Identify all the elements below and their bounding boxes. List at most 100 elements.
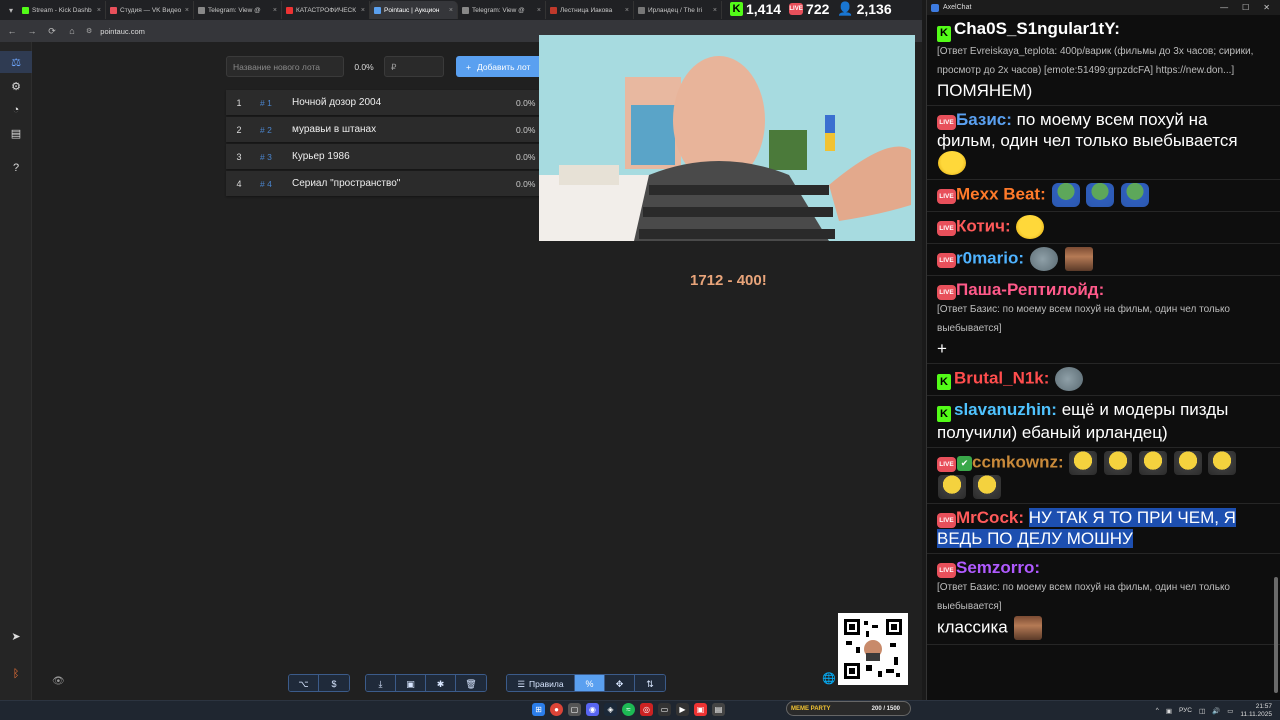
tab-close-icon[interactable]: × [537, 7, 541, 14]
clock-date: 11.11.2025 [1240, 710, 1272, 718]
chat-reply-quote: [Ответ Базис: по моему всем похуй на фил… [937, 303, 1230, 334]
history-icon[interactable]: ▤ [0, 122, 32, 144]
forward-icon[interactable]: → [26, 26, 38, 36]
lot-price-input[interactable] [384, 56, 444, 77]
clock[interactable]: 21:57 11.11.2025 [1240, 703, 1272, 718]
wheel-icon[interactable]: ◔ [0, 99, 32, 121]
chat-scrollbar[interactable] [1274, 577, 1278, 693]
maximize-icon[interactable]: ☐ [1242, 3, 1249, 12]
settings-icon[interactable]: ⚙ [0, 75, 32, 97]
volume-icon[interactable]: 🔊 [1212, 707, 1220, 715]
app2-icon[interactable]: ▤ [712, 703, 725, 716]
steam-icon[interactable]: ◈ [604, 703, 617, 716]
chat-username[interactable]: MrCock: [956, 508, 1024, 527]
windows-start-icon[interactable]: ⊞ [532, 703, 545, 716]
chat-username[interactable]: Котич: [956, 216, 1011, 235]
pointauc-app: ⚖ ⚙ ◔ ▤ ? ➤ ᛒ 0.0% + Добавить лот 1 # 1 Ноч… [0, 35, 922, 700]
file-explorer-icon[interactable]: ▢ [568, 703, 581, 716]
lot-row[interactable]: 3 # 3 Курьер 1986 0.0% [226, 144, 546, 169]
bug-icon[interactable]: ✱ [426, 675, 456, 691]
browser-tab[interactable]: Stream - Kick Dashb × [18, 1, 106, 19]
tab-search-icon[interactable]: ▾ [4, 3, 18, 17]
tab-close-icon[interactable]: × [713, 7, 717, 14]
obs-icon[interactable]: ◎ [640, 703, 653, 716]
lot-index: 3 [236, 151, 242, 162]
viewer-stats: K 1,414 LIVE 722 👤 2,136 [730, 0, 892, 18]
chat-username[interactable]: slavanuzhin: [954, 400, 1057, 419]
browser-tab[interactable]: Ирландец / The Iri × [634, 1, 722, 19]
chat-username[interactable]: Базис: [956, 110, 1012, 129]
new-lot-form: 0.0% + Добавить лот [226, 56, 546, 77]
meme-party-counter: 200 / 1500 [871, 705, 900, 712]
auction-icon[interactable]: ⚖ [0, 51, 32, 73]
video-app-icon[interactable]: ▣ [694, 703, 707, 716]
kick-logo-icon: K [730, 2, 743, 16]
tab-close-icon[interactable]: × [449, 7, 453, 14]
browser-tab[interactable]: Лестница Иакова × [546, 1, 634, 19]
media-player-icon[interactable]: ▶ [676, 703, 689, 716]
url-text[interactable]: pointauc.com [100, 27, 145, 36]
chat-username[interactable]: Mexx Beat: [956, 184, 1046, 203]
chat-username[interactable]: Brutal_N1k: [954, 368, 1049, 387]
chat-message: LIVE Базис: по моему всем похуй на фильм,… [927, 106, 1280, 180]
browser-tab[interactable]: Студия — VK Видео × [106, 1, 194, 19]
lot-percent: 0.0% [354, 61, 374, 72]
lot-row[interactable]: 2 # 2 муравьи в штанах 0.0% [226, 117, 546, 142]
chat-message: LIVE Паша-Рептилойд: [Ответ Базис: по моем… [927, 276, 1280, 364]
percent-toggle[interactable]: % [575, 675, 605, 691]
vk-live-platform-icon: LIVE [937, 513, 956, 528]
donate-icon[interactable]: $ [319, 675, 349, 691]
battery-icon[interactable]: ▭ [1227, 707, 1233, 715]
app-icon[interactable]: ▭ [658, 703, 671, 716]
site-info-icon[interactable]: ⚙ [86, 27, 92, 35]
plus-icon: + [466, 61, 471, 72]
move-icon[interactable]: ✥ [605, 675, 635, 691]
spotify-icon[interactable]: ≈ [622, 703, 635, 716]
help-icon[interactable]: ? [0, 157, 32, 179]
browser-tab[interactable]: Telegram: View @ × [458, 1, 546, 19]
lot-row[interactable]: 1 # 1 Ночной дозор 2004 0.0% [226, 90, 546, 115]
chat-username[interactable]: Cha0S_S1ngular1tY: [954, 19, 1120, 38]
tab-close-icon[interactable]: × [273, 7, 277, 14]
discord-icon[interactable]: ◉ [586, 703, 599, 716]
chat-username[interactable]: Паша-Рептилойд: [956, 280, 1104, 299]
chat-username[interactable]: ccmkownz: [972, 452, 1064, 471]
tray-chevron-icon[interactable]: ^ [1156, 707, 1159, 714]
language-indicator[interactable]: РУС [1179, 707, 1192, 714]
kick-platform-icon: K [937, 25, 951, 42]
tab-close-icon[interactable]: × [625, 7, 629, 14]
tab-title: Telegram: View @ [208, 6, 261, 14]
browser-tab[interactable]: КАТАСТРОФИЧЕСК × [282, 1, 370, 19]
save-icon[interactable]: ▣ [396, 675, 426, 691]
network-icon[interactable]: ◫ [1199, 707, 1205, 715]
reload-icon[interactable]: ⟳ [46, 26, 58, 37]
download-icon[interactable]: ⤓ [366, 675, 396, 691]
home-icon[interactable]: ⌂ [66, 26, 78, 36]
chat-username[interactable]: r0mario: [956, 248, 1024, 267]
github-icon[interactable]: ⌥ [289, 675, 319, 691]
tab-title: Студия — VK Видео [120, 6, 182, 14]
rules-button[interactable]: ☰ Правила [507, 675, 575, 691]
tab-close-icon[interactable]: × [361, 7, 365, 14]
tab-close-icon[interactable]: × [97, 7, 101, 14]
add-lot-button[interactable]: + Добавить лот [456, 56, 546, 77]
chrome-icon[interactable]: ● [550, 703, 563, 716]
chat-message: LIVE r0mario: [927, 244, 1280, 276]
trash-icon[interactable]: 🗑 [456, 675, 486, 691]
tray-app-icon[interactable]: ▣ [1166, 707, 1172, 715]
back-icon[interactable]: ← [6, 26, 18, 36]
globe-icon[interactable]: 🌐 [822, 672, 836, 685]
tab-close-icon[interactable]: × [185, 7, 189, 14]
telegram-icon[interactable]: ➤ [0, 625, 32, 647]
lot-row[interactable]: 4 # 4 Сериал "пространство" 0.0% [226, 171, 546, 196]
sort-icon[interactable]: ⇅ [635, 675, 665, 691]
lot-id: # 1 [260, 97, 272, 108]
browser-tab[interactable]: Telegram: View @ × [194, 1, 282, 19]
lot-name-input[interactable] [226, 56, 344, 77]
close-icon[interactable]: ✕ [1263, 3, 1270, 12]
minimize-icon[interactable]: — [1220, 3, 1228, 12]
browser-tab[interactable]: Pointauc | Аукцион × [370, 1, 458, 19]
chat-username[interactable]: Semzorro: [956, 558, 1040, 577]
lots-list: 1 # 1 Ночной дозор 2004 0.0% 2 # 2 муравьи в ш… [226, 90, 546, 198]
tab-favicon-icon [22, 6, 29, 14]
